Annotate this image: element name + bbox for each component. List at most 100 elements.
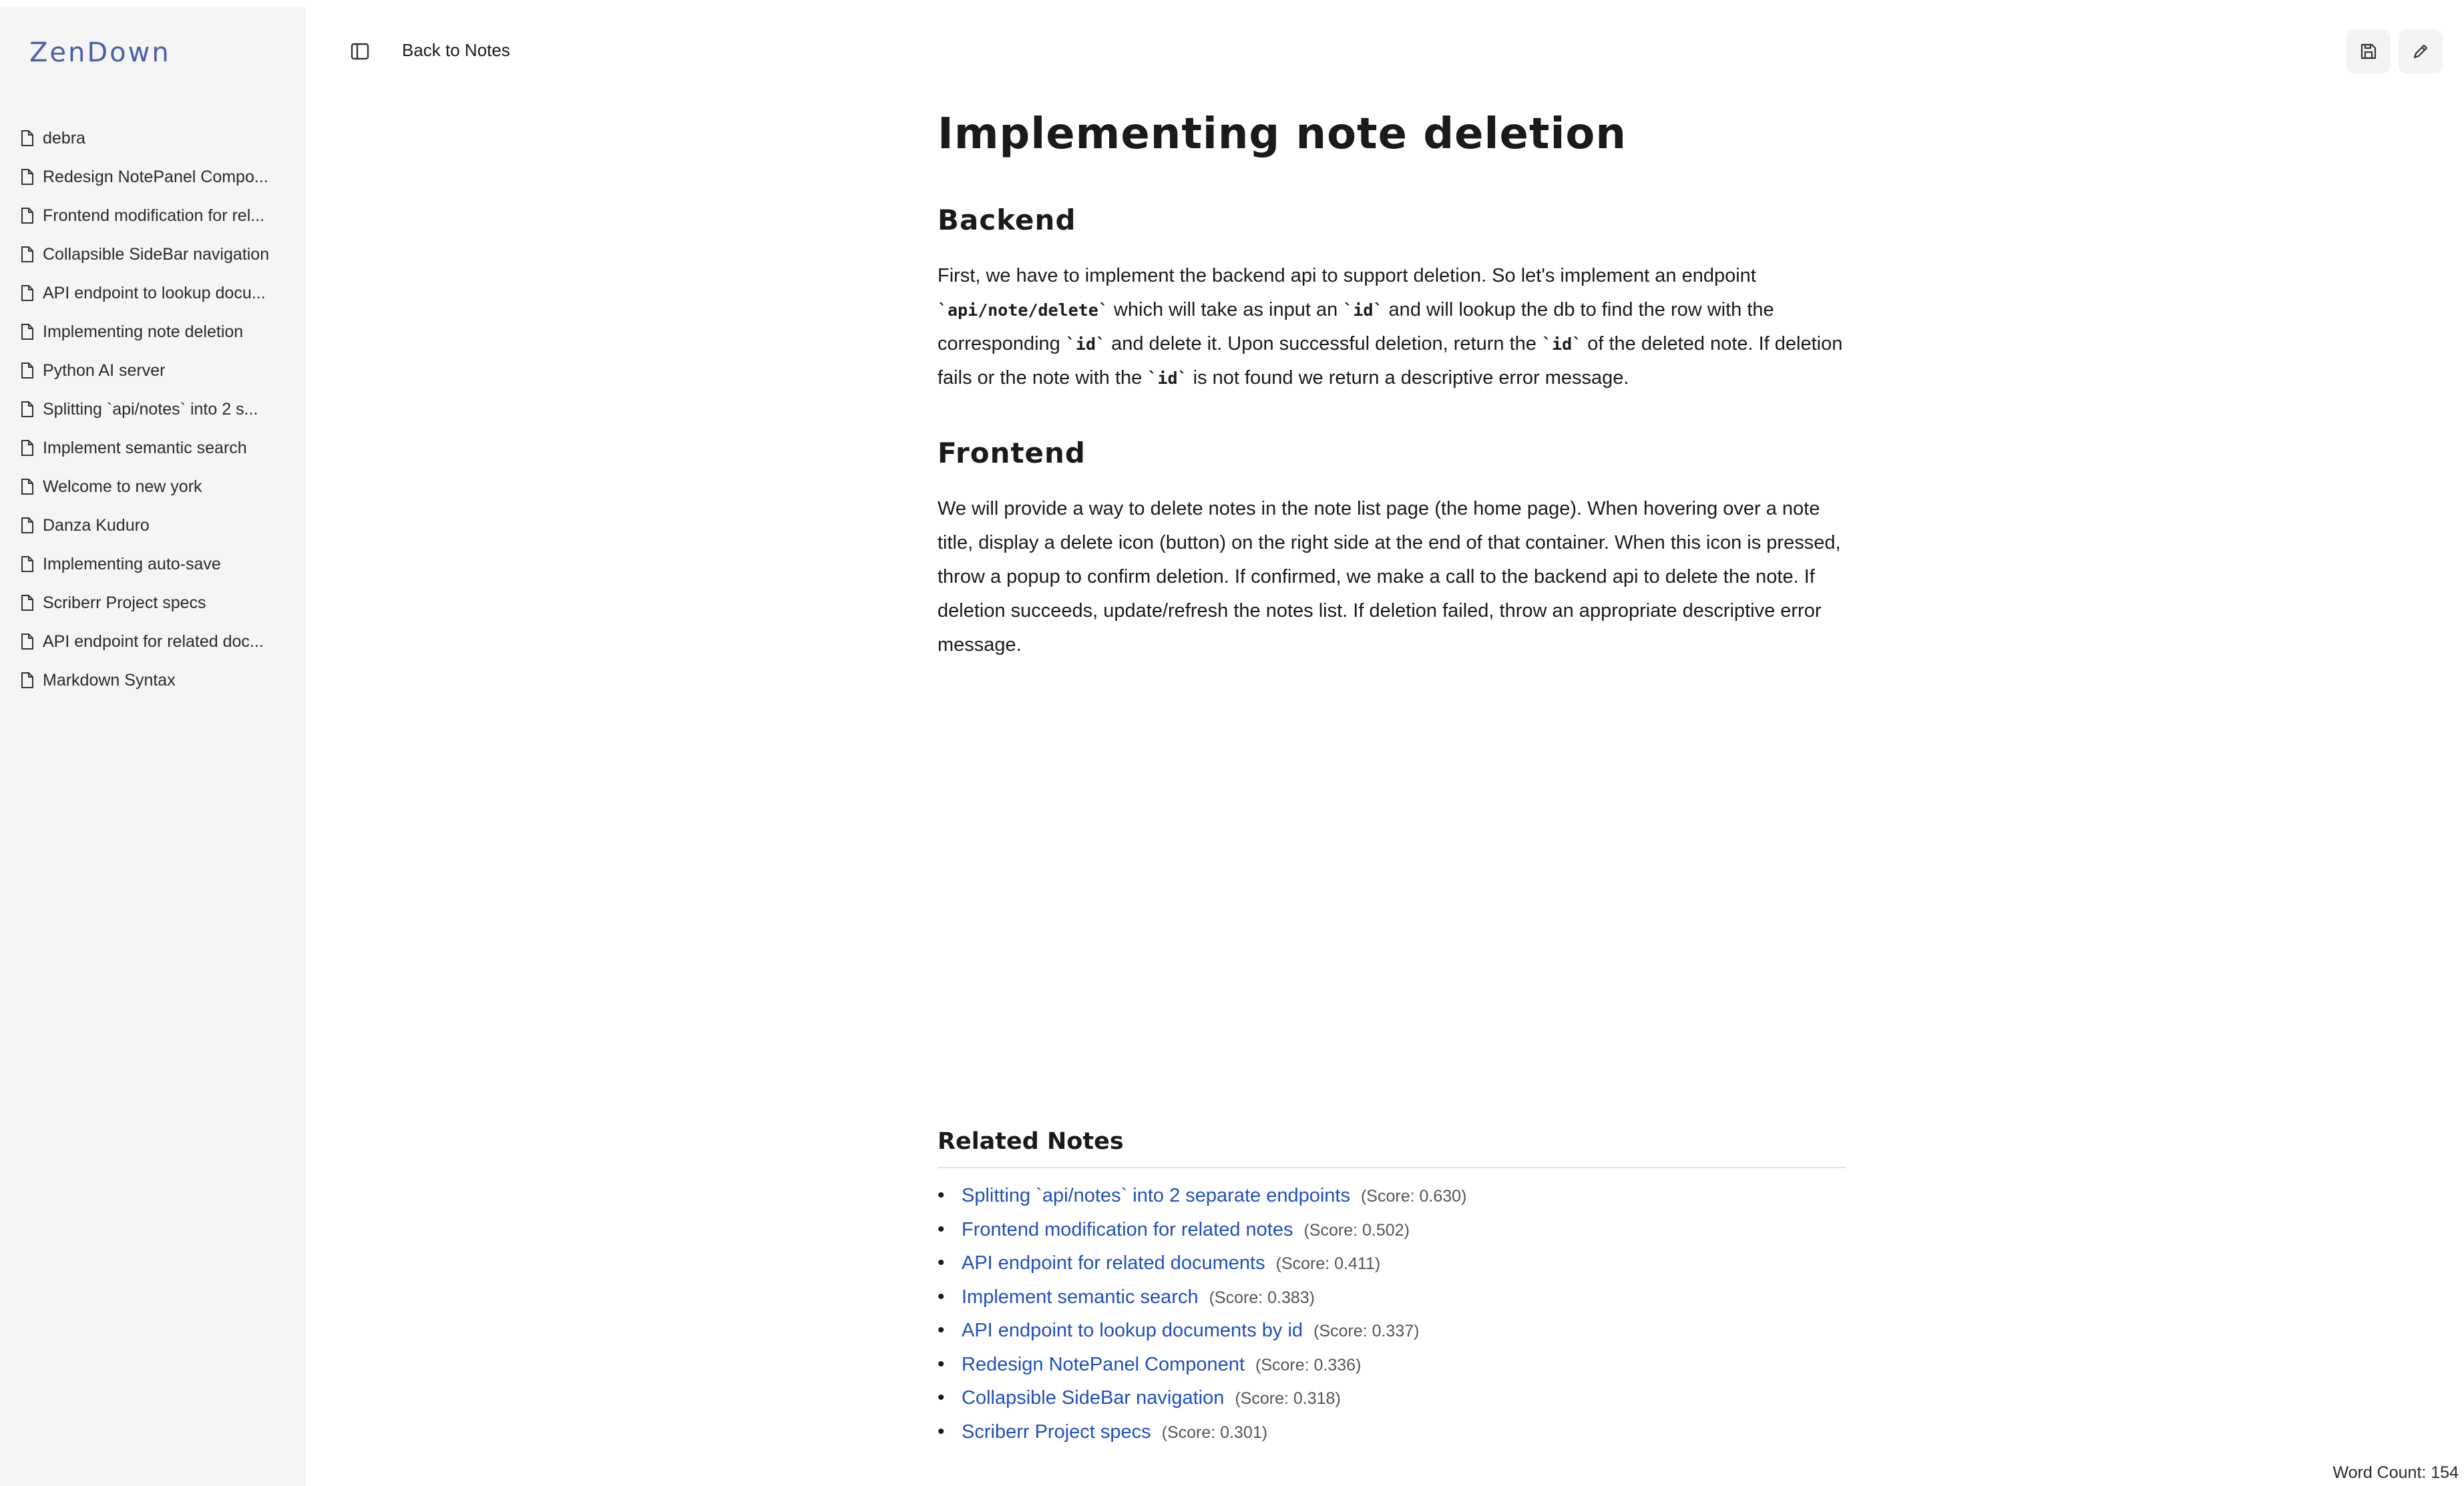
sidebar-item-label: Implement semantic search xyxy=(43,438,247,457)
text-segment: and delete it. Upon successful deletion,… xyxy=(1106,333,1542,355)
score-label: (Score: 0.383) xyxy=(1209,1288,1315,1307)
file-icon xyxy=(21,517,33,533)
related-note-link[interactable]: API endpoint for related documents xyxy=(962,1252,1265,1274)
sidebar-item-note[interactable]: Frontend modification for rel... xyxy=(20,196,287,235)
text-segment: First, we have to implement the backend … xyxy=(938,265,1756,287)
related-notes-heading: Related Notes xyxy=(938,1128,1846,1168)
sidebar-item-note[interactable]: Implement semantic search xyxy=(20,429,287,467)
score-label: (Score: 0.301) xyxy=(1161,1423,1268,1442)
related-notes: Related Notes • Splitting `api/notes` in… xyxy=(938,1128,1846,1454)
sidebar-item-note[interactable]: Markdown Syntax xyxy=(20,661,287,700)
file-icon xyxy=(21,208,33,224)
backend-paragraph: First, we have to implement the backend … xyxy=(938,259,1846,395)
edit-button[interactable] xyxy=(2399,29,2443,73)
list-item: • Scriberr Project specs (Score: 0.301) xyxy=(938,1421,1846,1455)
inline-code: `id` xyxy=(1147,368,1188,389)
sidebar-item-label: Python AI server xyxy=(43,360,166,380)
page-title: Implementing note deletion xyxy=(938,109,1627,159)
file-icon xyxy=(21,169,33,185)
sidebar-item-note[interactable]: debra xyxy=(20,119,287,158)
file-icon xyxy=(21,479,33,495)
file-icon xyxy=(21,634,33,650)
list-item: • Frontend modification for related note… xyxy=(938,1218,1846,1252)
inline-code: `id` xyxy=(1541,334,1583,354)
sidebar-item-note[interactable]: Implementing note deletion xyxy=(20,312,287,351)
sidebar: ZenDown debra Redesign NotePanel Compo..… xyxy=(0,7,306,1486)
file-icon xyxy=(21,246,33,262)
list-item: • Collapsible SideBar navigation (Score:… xyxy=(938,1387,1846,1421)
bullet: • xyxy=(938,1420,945,1443)
list-item: • API endpoint for related documents (Sc… xyxy=(938,1252,1846,1286)
text-segment: which will take as input an xyxy=(1108,299,1344,321)
bullet: • xyxy=(938,1184,945,1206)
save-button[interactable] xyxy=(2346,29,2391,73)
sidebar-item-note[interactable]: Splitting `api/notes` into 2 s... xyxy=(20,390,287,429)
app-logo[interactable]: ZenDown xyxy=(29,37,171,68)
inline-code: `id` xyxy=(1065,334,1106,354)
score-label: (Score: 0.337) xyxy=(1313,1322,1420,1340)
note-content: Implementing note deletion Backend First… xyxy=(938,107,1846,662)
bullet: • xyxy=(938,1218,945,1240)
sidebar-item-note[interactable]: Scriberr Project specs xyxy=(20,583,287,622)
sidebar-item-label: API endpoint for related doc... xyxy=(43,632,264,651)
file-icon xyxy=(21,672,33,688)
sidebar-item-note[interactable]: API endpoint for related doc... xyxy=(20,622,287,661)
file-icon xyxy=(21,130,33,146)
bullet: • xyxy=(938,1285,945,1308)
inline-code: `api/note/delete` xyxy=(938,300,1108,320)
score-label: (Score: 0.630) xyxy=(1360,1187,1467,1206)
related-note-link[interactable]: API endpoint to lookup documents by id xyxy=(962,1320,1303,1342)
bullet: • xyxy=(938,1252,945,1274)
related-note-link[interactable]: Scriberr Project specs xyxy=(962,1421,1151,1443)
section-heading-frontend: Frontend xyxy=(938,437,1086,470)
sidebar-item-note[interactable]: Welcome to new york xyxy=(20,467,287,506)
list-item: • Implement semantic search (Score: 0.38… xyxy=(938,1286,1846,1320)
sidebar-item-note[interactable]: Implementing auto-save xyxy=(20,545,287,583)
sidebar-item-label: Markdown Syntax xyxy=(43,670,176,690)
file-icon xyxy=(21,324,33,340)
score-label: (Score: 0.336) xyxy=(1255,1355,1362,1375)
file-icon xyxy=(21,362,33,379)
pencil-icon xyxy=(2413,44,2428,59)
sidebar-item-label: Frontend modification for rel... xyxy=(43,206,265,225)
related-note-link[interactable]: Collapsible SideBar navigation xyxy=(962,1387,1224,1409)
sidebar-toggle-button[interactable] xyxy=(349,40,371,63)
score-label: (Score: 0.411) xyxy=(1275,1254,1381,1273)
sidebar-toggle-icon xyxy=(351,43,369,60)
back-to-notes-link[interactable]: Back to Notes xyxy=(402,40,510,61)
bullet: • xyxy=(938,1319,945,1341)
sidebar-item-label: Implementing note deletion xyxy=(43,322,244,341)
notes-list: debra Redesign NotePanel Compo... Fronte… xyxy=(20,119,287,700)
sidebar-item-note[interactable]: Collapsible SideBar navigation xyxy=(20,235,287,274)
related-note-link[interactable]: Frontend modification for related notes xyxy=(962,1219,1293,1241)
sidebar-item-note[interactable]: API endpoint to lookup docu... xyxy=(20,274,287,312)
file-icon xyxy=(21,440,33,456)
sidebar-item-note[interactable]: Python AI server xyxy=(20,351,287,390)
related-note-link[interactable]: Implement semantic search xyxy=(962,1286,1199,1308)
related-note-link[interactable]: Splitting `api/notes` into 2 separate en… xyxy=(962,1185,1350,1207)
sidebar-item-note[interactable]: Redesign NotePanel Compo... xyxy=(20,158,287,196)
save-icon xyxy=(2360,43,2377,59)
word-count: Word Count: 154 xyxy=(2332,1463,2459,1482)
score-label: (Score: 0.318) xyxy=(1235,1389,1341,1408)
file-icon xyxy=(21,556,33,572)
sidebar-item-label: Welcome to new york xyxy=(43,477,202,496)
text-segment: is not found we return a descriptive err… xyxy=(1187,367,1629,389)
file-icon xyxy=(21,595,33,611)
sidebar-item-label: Scriberr Project specs xyxy=(43,593,206,612)
sidebar-item-label: API endpoint to lookup docu... xyxy=(43,283,266,302)
bullet: • xyxy=(938,1387,945,1409)
frontend-paragraph: We will provide a way to delete notes in… xyxy=(938,498,1841,656)
related-notes-list: • Splitting `api/notes` into 2 separate … xyxy=(938,1184,1846,1454)
inline-code: `id` xyxy=(1343,300,1384,320)
section-heading-backend: Backend xyxy=(938,204,1076,237)
score-label: (Score: 0.502) xyxy=(1303,1220,1410,1240)
sidebar-item-label: debra xyxy=(43,128,85,148)
list-item: • Redesign NotePanel Component (Score: 0… xyxy=(938,1353,1846,1387)
sidebar-item-note[interactable]: Danza Kuduro xyxy=(20,506,287,545)
sidebar-item-label: Danza Kuduro xyxy=(43,515,150,535)
list-item: • API endpoint to lookup documents by id… xyxy=(938,1319,1846,1353)
related-note-link[interactable]: Redesign NotePanel Component xyxy=(962,1354,1245,1376)
sidebar-item-label: Splitting `api/notes` into 2 s... xyxy=(43,399,258,419)
sidebar-item-label: Implementing auto-save xyxy=(43,554,221,573)
